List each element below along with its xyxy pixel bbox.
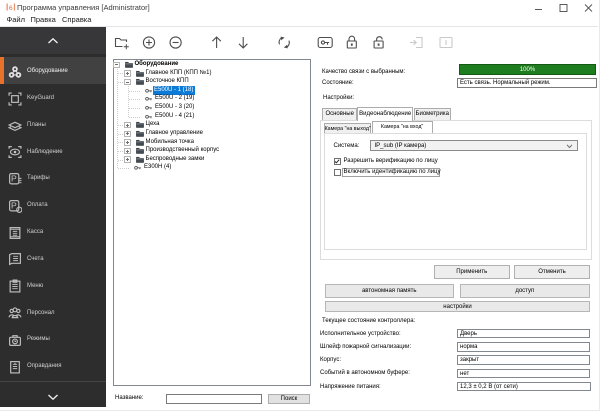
svg-text:P: P (11, 174, 17, 184)
svg-text:P: P (11, 200, 17, 210)
svg-text:6: 6 (9, 5, 13, 11)
